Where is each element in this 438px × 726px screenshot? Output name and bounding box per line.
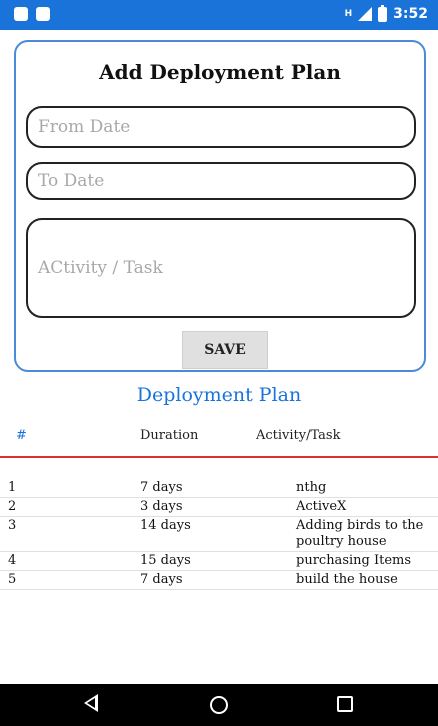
row-duration: 15 days: [140, 553, 191, 568]
row-number: 1: [8, 480, 17, 495]
row-activity: nthg: [296, 480, 327, 495]
signal-icon: [358, 7, 373, 21]
table-row[interactable]: 3 14 days Adding birds to the poultry ho…: [0, 517, 438, 552]
form-title: Add Deployment Plan: [99, 60, 341, 84]
table-row[interactable]: 5 7 days build the house: [0, 571, 438, 590]
column-header-activity: Activity/Task: [256, 428, 341, 443]
android-icon: [36, 7, 50, 21]
navigation-bar: [0, 684, 438, 726]
row-duration: 7 days: [140, 572, 183, 587]
row-number: 2: [8, 499, 17, 514]
battery-icon: [378, 4, 388, 22]
table-header: # Duration Activity/Task: [0, 428, 438, 448]
add-plan-card: Add Deployment Plan From Date To Date AC…: [14, 40, 426, 372]
to-date-field[interactable]: To Date: [26, 162, 416, 200]
row-number: 4: [8, 553, 17, 568]
home-icon[interactable]: [210, 696, 228, 714]
row-activity: build the house: [296, 572, 398, 587]
plan-table-body: 1 7 days nthg 2 3 days ActiveX 3 14 days…: [0, 479, 438, 590]
network-type: H: [344, 8, 353, 19]
plan-title: Deployment Plan: [136, 384, 302, 406]
notification-icon: [14, 7, 28, 21]
recent-apps-icon[interactable]: [337, 696, 353, 712]
column-header-duration: Duration: [140, 428, 199, 443]
status-time: 3:52: [393, 6, 428, 22]
activity-field[interactable]: ACtivity / Task: [26, 218, 416, 318]
row-activity: Adding birds to the poultry house: [296, 518, 424, 549]
row-duration: 14 days: [140, 518, 191, 533]
table-row[interactable]: 1 7 days nthg: [0, 479, 438, 498]
status-right-icons: H 3:52: [344, 4, 428, 22]
from-date-placeholder: From Date: [38, 117, 131, 137]
row-duration: 3 days: [140, 499, 183, 514]
table-row[interactable]: 4 15 days purchasing Items: [0, 552, 438, 571]
row-activity: purchasing Items: [296, 553, 412, 568]
to-date-placeholder: To Date: [38, 171, 105, 191]
column-header-number: #: [16, 428, 27, 443]
save-button[interactable]: SAVE: [182, 331, 268, 369]
row-duration: 7 days: [140, 480, 183, 495]
header-divider: [0, 456, 438, 458]
from-date-field[interactable]: From Date: [26, 106, 416, 148]
row-activity: ActiveX: [296, 499, 347, 514]
activity-placeholder: ACtivity / Task: [38, 258, 163, 278]
row-number: 3: [8, 518, 17, 533]
status-bar: H 3:52: [0, 0, 438, 30]
status-left-icons: [14, 7, 50, 21]
back-icon[interactable]: [84, 694, 98, 712]
row-number: 5: [8, 572, 17, 587]
table-row[interactable]: 2 3 days ActiveX: [0, 498, 438, 517]
